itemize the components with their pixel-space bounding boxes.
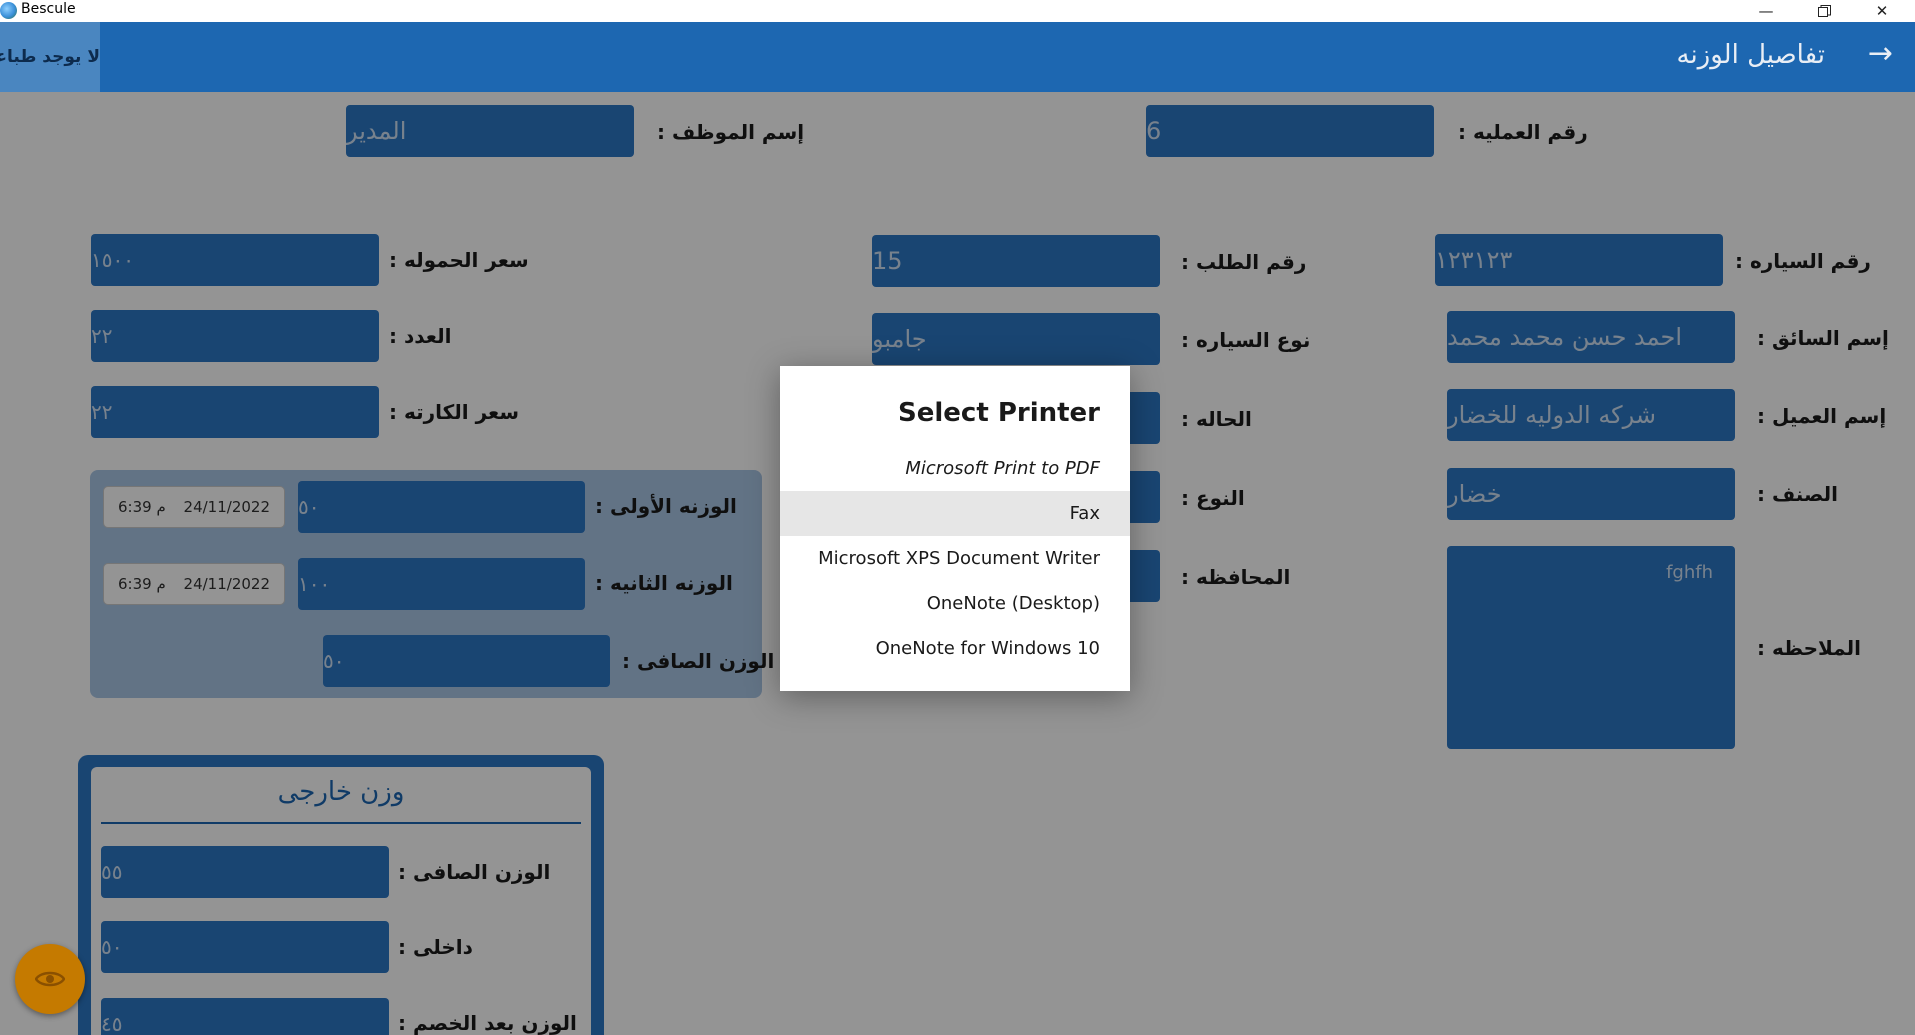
printer-option[interactable]: Microsoft XPS Document Writer: [780, 536, 1130, 581]
printer-option[interactable]: OneNote (Desktop): [780, 581, 1130, 626]
close-icon[interactable]: ✕: [1853, 0, 1911, 22]
printer-option[interactable]: Fax: [780, 491, 1130, 536]
select-printer-dialog: Select Printer Microsoft Print to PDF Fa…: [780, 366, 1130, 691]
app-header: [0, 22, 1915, 92]
printer-status-button[interactable]: لا يوجد طباعة: [0, 22, 100, 92]
eye-icon: [35, 971, 65, 987]
arrow-right-icon[interactable]: →: [1868, 36, 1893, 71]
dialog-title: Select Printer: [898, 398, 1100, 428]
window-title: Bescule: [21, 1, 76, 17]
view-fab-button[interactable]: [15, 944, 85, 1014]
minimize-icon[interactable]: —: [1737, 0, 1795, 22]
os-titlebar: Bescule — ✕: [0, 0, 1915, 22]
printer-option[interactable]: Microsoft Print to PDF: [780, 446, 1130, 491]
printer-option[interactable]: OneNote for Windows 10: [780, 626, 1130, 671]
page-title: تفاصيل الوزنه: [1676, 40, 1826, 70]
maximize-icon[interactable]: [1795, 0, 1853, 22]
app-globe-icon: [0, 2, 17, 19]
